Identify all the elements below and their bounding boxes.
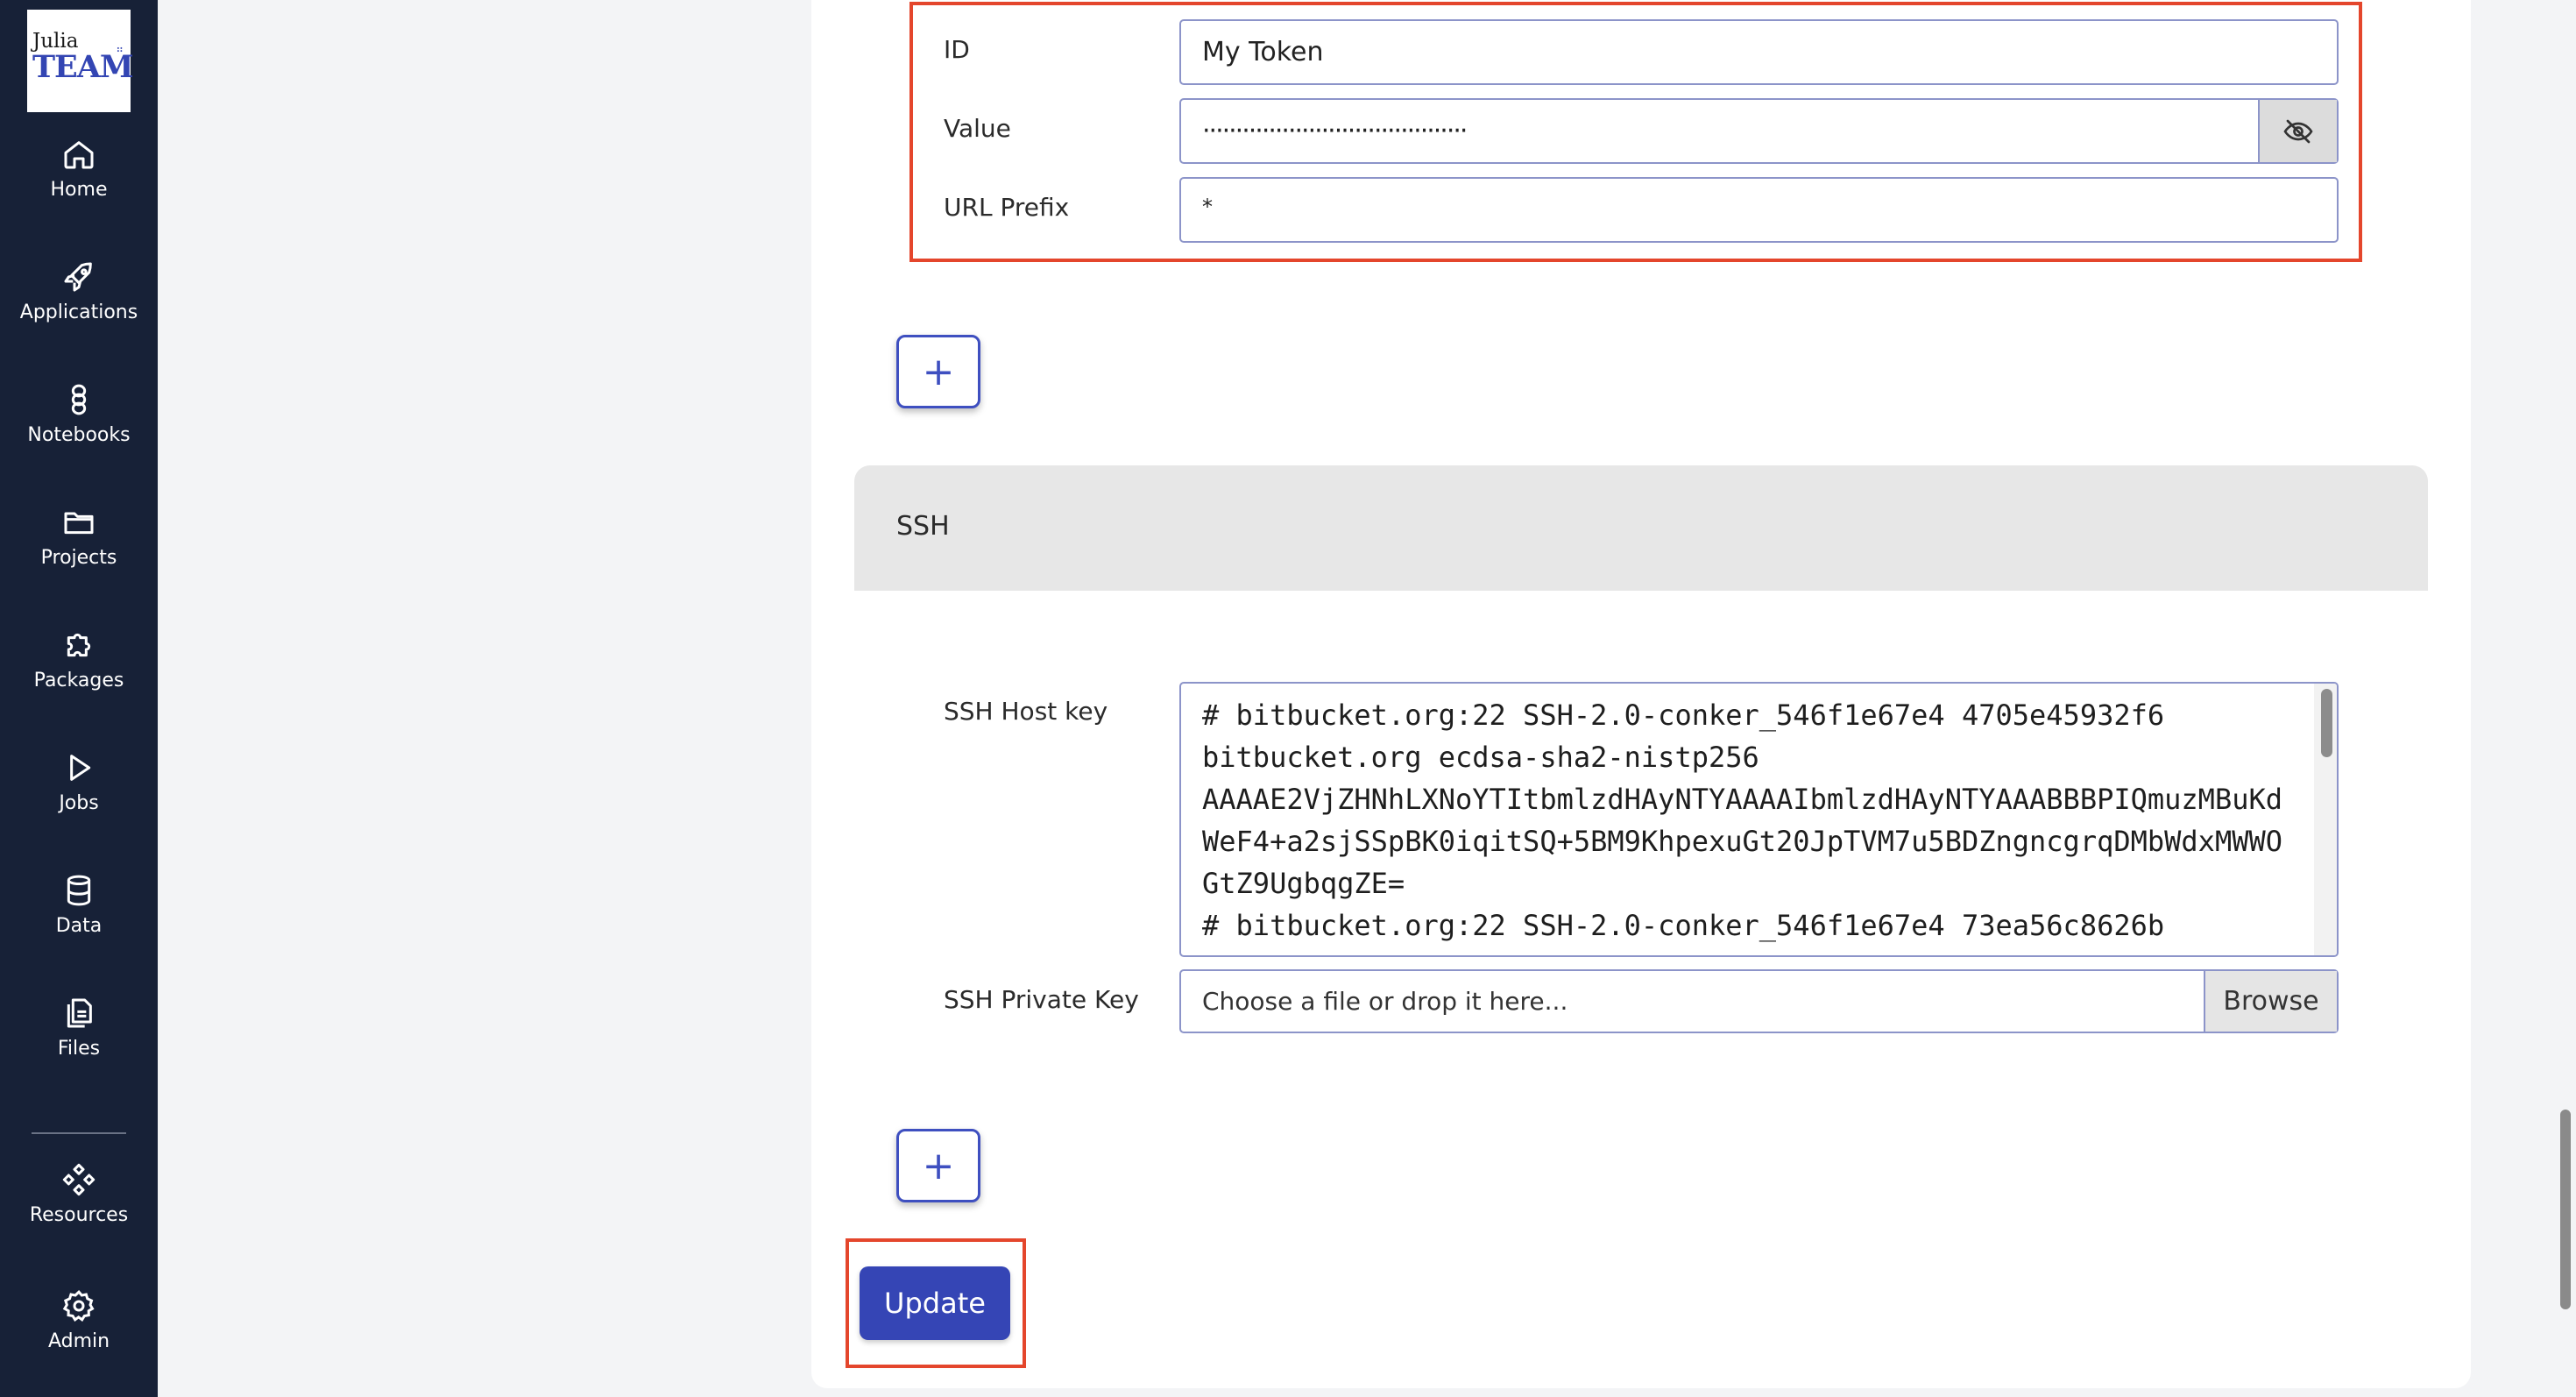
julia-team-logo[interactable]: Julia TEAM ⠶	[27, 10, 134, 112]
sidebar-item-label: Home	[50, 179, 108, 201]
rocket-icon	[64, 262, 92, 292]
token-value-masked: ········································	[1202, 116, 1468, 146]
token-value-label: Value	[944, 114, 1011, 143]
ssh-private-key-file-input[interactable]: Choose a file or drop it here... Browse	[1179, 969, 2339, 1033]
sidebar-item-jobs[interactable]: Jobs	[0, 750, 158, 855]
sidebar-item-label: Admin	[47, 1330, 110, 1352]
sidebar-item-admin[interactable]: Admin	[0, 1288, 158, 1393]
add-ssh-key-button[interactable]: +	[896, 1129, 980, 1202]
plus-icon: +	[922, 349, 955, 394]
browse-button[interactable]: Browse	[2204, 971, 2337, 1032]
sidebar-item-label: Packages	[33, 670, 124, 691]
update-button[interactable]: Update	[860, 1266, 1010, 1340]
play-icon	[70, 755, 91, 781]
token-id-label: ID	[944, 35, 970, 64]
url-prefix-value: *	[1202, 195, 1213, 219]
ssh-section-title: SSH	[896, 511, 950, 542]
ssh-host-key-value: # bitbucket.org:22 SSH-2.0-conker_546f1e…	[1202, 698, 2282, 955]
sidebar-item-label: Notebooks	[27, 424, 131, 446]
ssh-section-header: SSH	[854, 465, 2428, 591]
logo-dots: ⠶	[116, 43, 124, 55]
ssh-host-key-textarea[interactable]: # bitbucket.org:22 SSH-2.0-conker_546f1e…	[1179, 682, 2339, 957]
sidebar-item-label: Resources	[29, 1204, 129, 1226]
sidebar-item-projects[interactable]: Projects	[0, 505, 158, 610]
ssh-private-key-label: SSH Private Key	[944, 985, 1139, 1014]
sidebar-item-packages[interactable]: Packages	[0, 628, 158, 733]
files-icon	[67, 998, 92, 1028]
textarea-scrollbar[interactable]	[2314, 684, 2337, 955]
sidebar: Julia TEAM ⠶ Home Applications Notebooks…	[0, 0, 158, 1397]
sidebar-item-applications[interactable]: Applications	[0, 259, 158, 365]
sidebar-item-resources[interactable]: Resources	[0, 1162, 158, 1267]
page-scrollbar-thumb[interactable]	[2560, 1110, 2571, 1309]
eye-off-icon	[2283, 119, 2313, 143]
sidebar-item-label: Jobs	[59, 792, 99, 814]
ssh-host-key-label: SSH Host key	[944, 697, 1108, 726]
sidebar-item-label: Projects	[40, 547, 117, 569]
token-value-input[interactable]: ········································	[1179, 98, 2339, 164]
logo-line-2: TEAM	[32, 49, 134, 85]
database-icon	[67, 875, 91, 906]
sidebar-item-data[interactable]: Data	[0, 873, 158, 978]
sidebar-divider	[32, 1132, 126, 1134]
sidebar-item-home[interactable]: Home	[0, 137, 158, 242]
sidebar-item-files[interactable]: Files	[0, 996, 158, 1101]
resources-icon	[62, 1163, 96, 1196]
token-id-value: My Token	[1202, 37, 1324, 67]
notebook-icon	[71, 384, 87, 415]
home-icon	[64, 141, 94, 169]
file-input-placeholder: Choose a file or drop it here...	[1202, 987, 1568, 1016]
plus-icon: +	[922, 1143, 955, 1188]
textarea-scrollbar-thumb[interactable]	[2321, 689, 2332, 757]
toggle-visibility-button[interactable]	[2258, 100, 2337, 162]
puzzle-icon	[67, 633, 91, 657]
url-prefix-input[interactable]: *	[1179, 177, 2339, 243]
sidebar-item-label: Applications	[19, 301, 138, 323]
sidebar-item-label: Files	[57, 1038, 101, 1060]
token-id-input[interactable]: My Token	[1179, 19, 2339, 85]
url-prefix-label: URL Prefix	[944, 193, 1070, 222]
folder-icon	[64, 512, 94, 535]
sidebar-item-label: Data	[55, 915, 103, 937]
add-token-button[interactable]: +	[896, 335, 980, 408]
sidebar-item-notebooks[interactable]: Notebooks	[0, 382, 158, 487]
gear-icon	[62, 1289, 95, 1323]
